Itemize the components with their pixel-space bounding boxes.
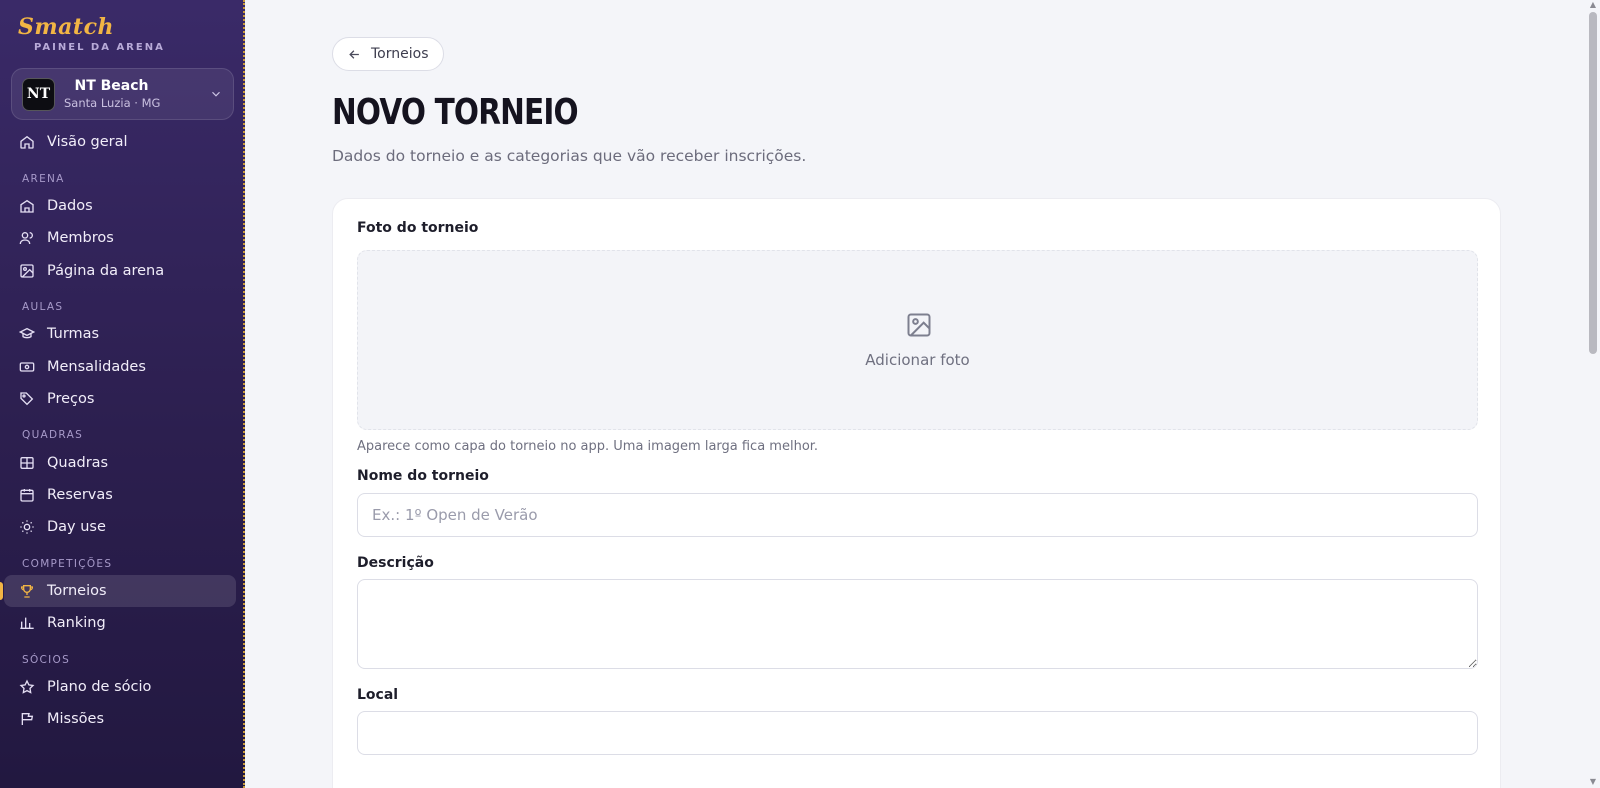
sidebar-item-label: Ranking xyxy=(47,615,106,631)
section-title-arena: ARENA xyxy=(22,173,65,185)
sidebar-item-dados[interactable]: Dados xyxy=(4,190,236,222)
flag-icon xyxy=(21,713,34,725)
sidebar-item-precos[interactable]: Preços xyxy=(4,383,236,415)
tournament-form-card: Foto do torneio Adicionar foto Aparece c… xyxy=(332,198,1501,788)
page-scrollbar[interactable]: ▲ ▼ xyxy=(1586,0,1600,788)
arrow-left-icon xyxy=(349,49,359,59)
brand-logo[interactable]: Smatch xyxy=(18,14,114,40)
grid-icon xyxy=(20,457,34,469)
chevron-down-icon xyxy=(212,91,220,97)
back-button[interactable]: Torneios xyxy=(332,37,444,71)
local-label: Local xyxy=(357,687,399,703)
image-icon xyxy=(20,264,34,278)
sidebar-item-missoes[interactable]: Missões xyxy=(4,703,236,735)
graduation-cap-icon xyxy=(19,327,35,339)
star-icon xyxy=(19,679,35,694)
sidebar-item-dayuse[interactable]: Day use xyxy=(4,511,236,543)
scroll-up-icon[interactable]: ▲ xyxy=(1589,1,1597,9)
sidebar-item-plano[interactable]: Plano de sócio xyxy=(4,671,236,703)
banknote-icon xyxy=(19,362,35,372)
page-subtitle: Dados do torneio e as categorias que vão… xyxy=(332,147,807,165)
sidebar-item-label: Mensalidades xyxy=(47,359,146,375)
back-button-label: Torneios xyxy=(371,46,429,62)
photo-upload-dropzone[interactable]: Adicionar foto xyxy=(357,250,1478,430)
arena-switcher[interactable]: NT NT Beach Santa Luzia · MG xyxy=(11,68,234,120)
name-label: Nome do torneio xyxy=(357,468,489,484)
sidebar-item-turmas[interactable]: Turmas xyxy=(4,318,236,350)
sidebar-item-label: Plano de sócio xyxy=(47,679,152,695)
sidebar-item-torneios[interactable]: Torneios xyxy=(0,575,236,607)
photo-hint: Aparece como capa do torneio no app. Uma… xyxy=(357,439,819,454)
sun-icon xyxy=(20,520,34,534)
calendar-icon xyxy=(20,489,34,502)
bar-chart-icon xyxy=(20,617,34,629)
tag-icon xyxy=(20,392,34,406)
sidebar-item-label: Quadras xyxy=(47,455,109,471)
local-input[interactable] xyxy=(357,711,1478,755)
sidebar-item-label: Dados xyxy=(47,198,93,214)
sidebar-item-ranking[interactable]: Ranking xyxy=(4,607,236,639)
main-content: Torneios NOVO TORNEIO Dados do torneio e… xyxy=(247,0,1600,788)
section-title-aulas: AULAS xyxy=(22,301,64,313)
sidebar-item-membros[interactable]: Membros xyxy=(4,222,236,254)
users-icon xyxy=(19,232,33,245)
scroll-down-icon[interactable]: ▼ xyxy=(1589,778,1597,786)
arena-avatar: NT xyxy=(22,77,55,111)
arena-location: Santa Luzia · MG xyxy=(64,96,161,110)
sidebar-item-label: Visão geral xyxy=(47,134,128,150)
trophy-icon xyxy=(21,585,33,598)
description-label: Descrição xyxy=(357,555,434,571)
sidebar: Smatch PAINEL DA ARENA NT NT Beach Santa… xyxy=(0,0,245,788)
section-title-socios: SÓCIOS xyxy=(22,654,71,666)
brand: Smatch xyxy=(18,14,114,40)
sidebar-item-label: Membros xyxy=(47,230,114,246)
sidebar-item-label: Day use xyxy=(47,519,106,535)
arena-name: NT Beach xyxy=(74,78,149,94)
sidebar-item-quadras[interactable]: Quadras xyxy=(4,447,236,479)
home-icon xyxy=(20,135,34,149)
sidebar-item-pagina[interactable]: Página da arena xyxy=(4,255,236,287)
sidebar-item-overview[interactable]: Visão geral xyxy=(4,126,236,158)
scrollbar-thumb[interactable] xyxy=(1589,12,1597,354)
building-icon xyxy=(20,199,34,213)
sidebar-item-label: Reservas xyxy=(47,487,113,503)
page-title: NOVO TORNEIO xyxy=(332,92,579,133)
description-textarea[interactable] xyxy=(357,579,1478,669)
photo-label: Foto do torneio xyxy=(357,220,479,236)
photo-add-label: Adicionar foto xyxy=(865,351,970,369)
sidebar-item-label: Torneios xyxy=(47,583,107,599)
sidebar-item-label: Página da arena xyxy=(47,263,165,279)
sidebar-item-label: Missões xyxy=(47,711,104,727)
sidebar-item-mensalidades[interactable]: Mensalidades xyxy=(4,351,236,383)
brand-subtitle: PAINEL DA ARENA xyxy=(34,42,165,53)
section-title-competicoes: COMPETIÇÕES xyxy=(22,558,113,570)
tournament-name-input[interactable] xyxy=(357,493,1478,537)
sidebar-item-label: Turmas xyxy=(47,326,100,342)
sidebar-item-reservas[interactable]: Reservas xyxy=(4,479,236,511)
section-title-quadras: QUADRAS xyxy=(22,429,84,441)
image-icon xyxy=(907,313,931,337)
sidebar-item-label: Preços xyxy=(47,391,95,407)
